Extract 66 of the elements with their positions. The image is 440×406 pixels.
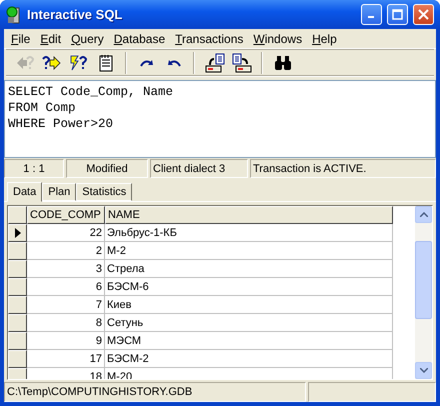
menu-item[interactable]: Transactions <box>170 32 248 46</box>
table-cell: 6 <box>27 278 105 296</box>
table-cell: 7 <box>27 296 105 314</box>
scroll-up-button[interactable] <box>415 206 432 223</box>
row-indicator[interactable] <box>8 260 27 278</box>
tab[interactable]: Statistics <box>76 183 132 201</box>
minimize-button[interactable] <box>361 4 382 25</box>
table-cell: 3 <box>27 260 105 278</box>
save-script-icon <box>232 53 252 73</box>
menu-item[interactable]: File <box>6 32 36 46</box>
current-row-icon <box>14 228 20 238</box>
table-cell: Сетунь <box>105 314 393 332</box>
editor-status-field: Client dialect 3 <box>150 159 248 178</box>
notepad-icon <box>98 54 112 72</box>
menu-item[interactable]: Edit <box>35 32 66 46</box>
table-cell: М-2 <box>105 242 393 260</box>
close-icon <box>418 9 429 20</box>
binoculars-icon <box>274 55 292 71</box>
row-indicator[interactable] <box>8 332 27 350</box>
back-query-icon <box>14 54 34 72</box>
table-cell: 2 <box>27 242 105 260</box>
row-indicator[interactable] <box>8 242 27 260</box>
load-script-icon <box>204 53 224 73</box>
table-cell: 9 <box>27 332 105 350</box>
tab[interactable]: Plan <box>42 183 76 201</box>
maximize-icon <box>392 9 403 20</box>
chevron-up-icon <box>420 212 428 217</box>
column-header[interactable]: NAME <box>105 206 393 224</box>
maximize-button[interactable] <box>387 4 408 25</box>
table-cell: 8 <box>27 314 105 332</box>
editor-status-field: 1 : 1 <box>4 159 64 178</box>
row-indicator[interactable] <box>8 296 27 314</box>
menu-item[interactable]: Query <box>66 32 109 46</box>
sql-editor[interactable]: SELECT Code_Comp, Name FROM Comp WHERE Power>20 <box>4 80 436 158</box>
table-cell: 22 <box>27 224 105 242</box>
status-bar-field: C:\Temp\COMPUTINGHISTORY.GDB <box>4 382 306 402</box>
row-indicator[interactable] <box>8 278 27 296</box>
row-indicator[interactable] <box>8 350 27 368</box>
editor-status-field: Modified <box>66 159 148 178</box>
column-header[interactable]: CODE_COMP <box>27 206 105 224</box>
row-indicator[interactable] <box>8 224 27 242</box>
tab[interactable]: Data <box>7 182 42 202</box>
database-app-icon <box>6 6 22 24</box>
table-cell: Эльбрус-1-КБ <box>105 224 393 242</box>
table-cell: МЭСМ <box>105 332 393 350</box>
menu-item[interactable]: Database <box>108 32 170 46</box>
scroll-thumb[interactable] <box>415 241 432 319</box>
vertical-scrollbar[interactable] <box>415 206 432 379</box>
row-indicator[interactable] <box>8 314 27 332</box>
table-cell: 17 <box>27 350 105 368</box>
lightning-query-icon <box>68 54 88 72</box>
table-cell: БЭСМ-2 <box>105 350 393 368</box>
scroll-down-button[interactable] <box>415 362 432 379</box>
table-cell: Киев <box>105 296 393 314</box>
sql-line: WHERE Power>20 <box>8 116 114 132</box>
chevron-down-icon <box>420 368 428 373</box>
editor-status-field: Transaction is ACTIVE. <box>250 159 436 178</box>
menu-item[interactable]: Help <box>307 32 342 46</box>
forward-query-icon <box>42 54 62 72</box>
sql-line: FROM Comp <box>8 100 77 116</box>
table-cell: БЭСМ-6 <box>105 278 393 296</box>
menu-item[interactable]: Windows <box>248 32 308 46</box>
close-button[interactable] <box>413 4 434 25</box>
table-cell: Стрела <box>105 260 393 278</box>
sql-line: SELECT Code_Comp, Name <box>8 84 174 100</box>
window-title: Interactive SQL <box>27 7 124 22</box>
